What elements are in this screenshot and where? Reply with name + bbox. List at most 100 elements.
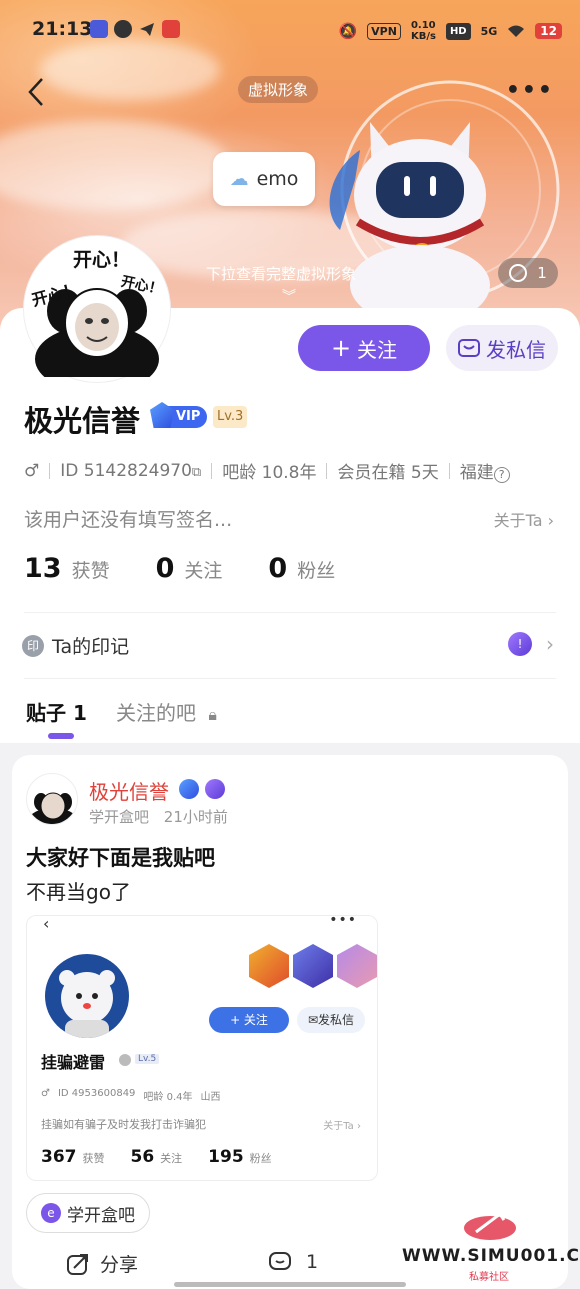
signature: 该用户还没有填写签名... xyxy=(24,509,233,531)
user-id: ID 4953600849 xyxy=(57,1088,136,1099)
followers-count: 195 xyxy=(208,1147,244,1167)
post-author-name[interactable]: 极光信誉 xyxy=(89,776,169,805)
status-right: 🔕 VPN 0.10 KB/s HD 5G 12 xyxy=(338,20,562,42)
about-link[interactable]: 关于Ta › xyxy=(494,507,554,531)
status-time: 21:13 xyxy=(32,18,93,40)
follow-button[interactable]: + 关注 xyxy=(298,325,430,371)
chevron-double-down-icon: ︾ xyxy=(282,289,296,305)
likes-label: 获赞 xyxy=(82,1152,105,1165)
site-watermark: WWW.SIMU001.CN 私募社区 xyxy=(402,1208,580,1284)
likes-label: 获赞 xyxy=(71,560,110,582)
post-time: 21小时前 xyxy=(163,808,228,826)
level-badge[interactable]: Lv.3 xyxy=(213,406,248,428)
badge-icon xyxy=(337,944,377,988)
share-icon xyxy=(67,1253,88,1275)
badge-icon xyxy=(293,944,333,988)
follow-label: 关注 xyxy=(357,337,398,362)
bar-logo-icon: e xyxy=(41,1203,61,1223)
post-title[interactable]: 大家好下面是我贴吧 xyxy=(26,842,215,872)
cloud-icon xyxy=(114,20,132,38)
telegram-icon xyxy=(138,20,156,38)
tab-followed-bars[interactable]: 关注的吧 🔒︎ xyxy=(116,697,217,726)
divider xyxy=(24,612,556,613)
message-label: 发私信 xyxy=(318,1013,355,1027)
divider xyxy=(211,462,213,479)
avatar[interactable]: 开心！ 开心！ 开心！ xyxy=(24,236,170,393)
comment-count: 1 xyxy=(306,1251,319,1273)
bar-tag-button[interactable]: e 学开盒吧 xyxy=(26,1193,150,1233)
followers-label: 粉丝 xyxy=(249,1152,272,1165)
divider xyxy=(49,462,51,479)
send-message-button[interactable]: 发私信 xyxy=(446,325,558,371)
mood-bubble[interactable]: ☁ emo xyxy=(213,152,315,206)
more-icon: ••• xyxy=(329,915,357,928)
location-text: 福建 xyxy=(459,463,494,483)
about-link: 关于Ta › xyxy=(323,1121,361,1132)
copy-icon: ⧉ xyxy=(191,464,202,480)
membership-duration: 会员在籍 5天 xyxy=(337,463,439,483)
post-body[interactable]: 不再当go了 xyxy=(26,876,131,905)
badge-icon xyxy=(249,944,289,988)
tab-followed-bars-label: 关注的吧 xyxy=(116,701,196,725)
watermark-site: WWW.SIMU001.CN xyxy=(402,1246,580,1266)
level-badge: Lv.5 xyxy=(135,1054,160,1064)
about-label: 关于Ta xyxy=(323,1121,354,1132)
post-meta: 学开盒吧 21小时前 xyxy=(89,806,228,827)
vpn-badge: VPN xyxy=(367,22,401,40)
crown-icon xyxy=(119,1054,131,1066)
followers-count[interactable]: 0 xyxy=(268,553,287,584)
wifi-icon xyxy=(508,25,525,37)
location[interactable]: 福建? xyxy=(460,458,510,483)
comment-icon xyxy=(269,1252,291,1270)
home-indicator[interactable] xyxy=(174,1282,406,1287)
astronaut-bear-image xyxy=(59,970,115,1038)
vip-crown-icon xyxy=(179,779,199,799)
message-icon: ✉ xyxy=(307,1013,319,1027)
imprint-row[interactable]: 印 Ta的印记 xyxy=(22,632,129,659)
back-button[interactable] xyxy=(26,76,46,112)
lock-icon: 🔒︎ xyxy=(208,705,217,724)
comment-button[interactable]: 1 xyxy=(268,1250,318,1274)
more-options-button[interactable]: ••• xyxy=(506,78,554,103)
user-id-text: ID 5142824970 xyxy=(60,460,192,481)
imprint-medals[interactable]: ! › xyxy=(508,632,554,656)
net-speed: 0.10 KB/s xyxy=(411,20,436,42)
hd-badge: HD xyxy=(445,22,471,40)
follow-button: + 关注 xyxy=(209,1007,289,1033)
message-label: 发私信 xyxy=(486,337,546,362)
shopping-app-icon xyxy=(162,20,180,38)
location: 山西 xyxy=(200,1092,221,1103)
followers-label: 粉丝 xyxy=(297,560,336,582)
speed-unit: KB/s xyxy=(410,31,436,42)
stats-row: 367 获赞 56 关注 195 粉丝 xyxy=(41,1147,272,1167)
avatar-like-button[interactable]: 1 xyxy=(498,258,558,288)
divider xyxy=(326,462,328,479)
imprint-stamp-icon: 印 xyxy=(22,634,44,657)
share-label: 分享 xyxy=(100,1254,139,1276)
plus-icon: + xyxy=(330,334,352,362)
username: 极光信誉 xyxy=(24,404,141,438)
divider xyxy=(24,678,556,679)
likes-count[interactable]: 13 xyxy=(24,553,62,584)
send-message-button: ✉发私信 xyxy=(297,1007,365,1033)
like-count: 1 xyxy=(537,264,547,282)
share-button[interactable]: 分享 xyxy=(66,1250,138,1277)
post-author-avatar[interactable] xyxy=(26,773,78,825)
user-id[interactable]: ID 5142824970⧉ xyxy=(60,461,201,481)
tab-posts[interactable]: 贴子 1 xyxy=(26,697,87,726)
watermark-logo-icon xyxy=(464,1211,516,1240)
help-icon: ? xyxy=(493,467,510,483)
medal-icon: ! xyxy=(508,632,532,656)
virtual-avatar-tag[interactable]: 虚拟形象 xyxy=(238,76,319,103)
mute-icon: 🔕 xyxy=(338,22,358,40)
speed-value: 0.10 xyxy=(410,20,436,31)
pull-hint: 下拉查看完整虚拟形象 xyxy=(206,265,357,283)
stats-row: 13 获赞 0 关注 0 粉丝 xyxy=(24,553,381,584)
panda-meme-image xyxy=(29,792,77,824)
post-bar-name[interactable]: 学开盒吧 xyxy=(89,808,149,826)
following-count[interactable]: 0 xyxy=(156,553,175,584)
post-image[interactable]: ‹ ••• + 关注 ✉发私信 挂骗避雷 Lv.5 ♂ ID 495360084… xyxy=(26,915,378,1181)
watermark-sub: 私募社区 xyxy=(469,1272,509,1283)
bar-age: 吧龄 10.8年 xyxy=(222,463,317,483)
message-icon xyxy=(458,339,480,357)
